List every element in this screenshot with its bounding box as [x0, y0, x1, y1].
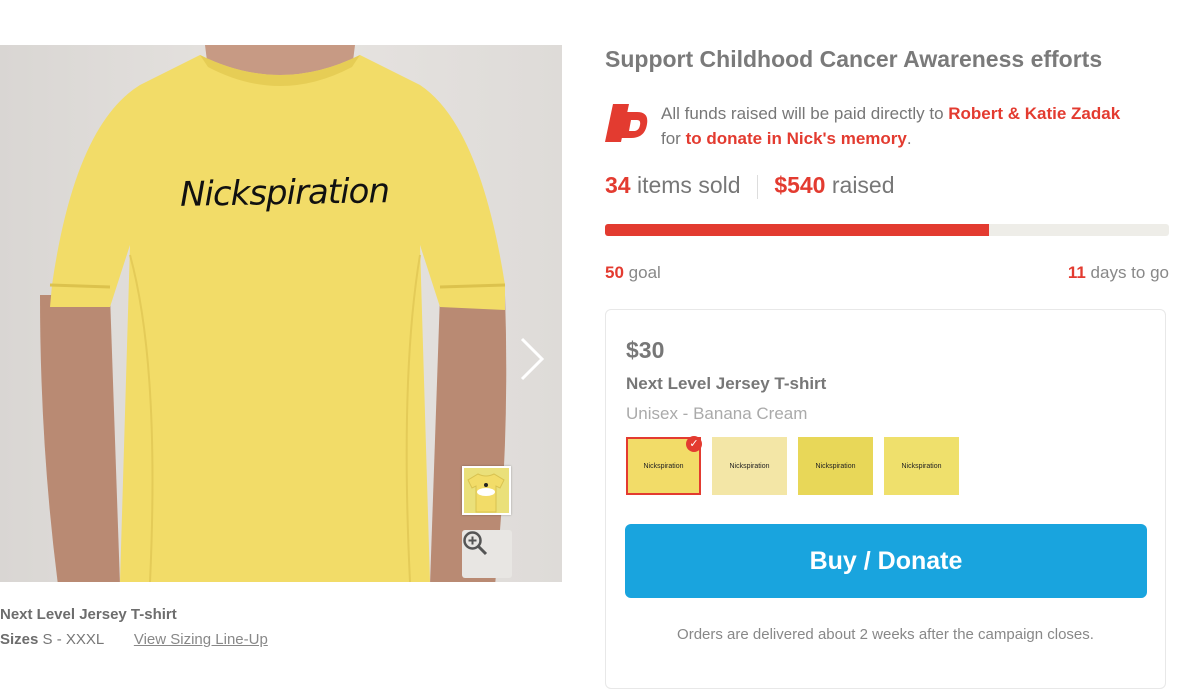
goal-info: 50 goal — [605, 263, 661, 283]
funds-prefix: All funds raised will be paid directly t… — [661, 104, 949, 123]
items-sold-label: items sold — [636, 172, 741, 198]
days-count: 11 — [1067, 263, 1086, 282]
caption-product-name: Next Level Jersey T-shirt — [0, 606, 177, 623]
goal-label: goal — [628, 263, 661, 282]
swatch-item[interactable]: Nickspiration ✓ — [626, 436, 702, 495]
raised-amount: $540 — [774, 172, 826, 198]
check-icon: ✓ — [686, 436, 702, 452]
progress-bar — [605, 224, 1169, 236]
bonfire-logo — [605, 104, 648, 142]
raised-label: raised — [831, 172, 895, 198]
purchase-card: $30 Next Level Jersey T-shirt Unisex - B… — [605, 309, 1166, 689]
items-sold-count: 34 — [605, 172, 631, 198]
swatch-item[interactable]: Nickspiration — [712, 437, 787, 495]
delivery-note: Orders are delivered about 2 weeks after… — [677, 626, 1094, 643]
zoom-button[interactable] — [462, 530, 512, 578]
campaign-stats: 34 items sold $540 raised — [605, 172, 895, 199]
beneficiary-link[interactable]: Robert & Katie Zadak — [948, 104, 1120, 123]
style-swatches: Nickspiration ✓ Nickspiration Nickspirat… — [626, 436, 959, 495]
swatch-label: Nickspiration — [901, 462, 942, 470]
chevron-right-icon — [520, 337, 545, 381]
funds-description: All funds raised will be paid directly t… — [661, 101, 1131, 151]
tshirt-back-icon — [467, 473, 505, 513]
sizes-label: Sizes — [0, 631, 39, 648]
swatch-item[interactable]: Nickspiration — [798, 437, 873, 495]
back-view-thumbnail[interactable] — [462, 466, 511, 515]
product-name: Next Level Jersey T-shirt — [626, 374, 827, 393]
swatch-item[interactable]: Nickspiration — [884, 437, 959, 495]
product-style: Unisex - Banana Cream — [626, 404, 808, 423]
swatch-label: Nickspiration — [643, 462, 684, 470]
funds-mid: for — [661, 129, 686, 148]
next-image-button[interactable] — [512, 335, 552, 383]
days-label: days to go — [1090, 263, 1169, 282]
page-title: Support Childhood Cancer Awareness effor… — [605, 46, 1103, 72]
zoom-in-icon — [463, 531, 488, 556]
buy-donate-button[interactable]: Buy / Donate — [625, 524, 1147, 598]
swatch-label: Nickspiration — [815, 462, 856, 470]
product-image: Nickspiration — [0, 45, 562, 582]
progress-fill — [605, 224, 989, 236]
sizing-lineup-link[interactable]: View Sizing Line-Up — [134, 631, 268, 648]
sizes-value: S - XXXL — [42, 631, 104, 648]
product-price: $30 — [626, 337, 665, 363]
funds-suffix: . — [906, 129, 912, 148]
goal-count: 50 — [605, 263, 624, 282]
caption-sizes: Sizes S - XXXL View Sizing Line-Up — [0, 631, 268, 648]
swatch-label: Nickspiration — [729, 462, 770, 470]
stats-divider — [756, 174, 758, 199]
days-remaining: 11 days to go — [1068, 263, 1169, 283]
cause-text: to donate in Nick's memory — [685, 129, 907, 148]
shirt-print-text: Nickspiration — [179, 171, 390, 215]
